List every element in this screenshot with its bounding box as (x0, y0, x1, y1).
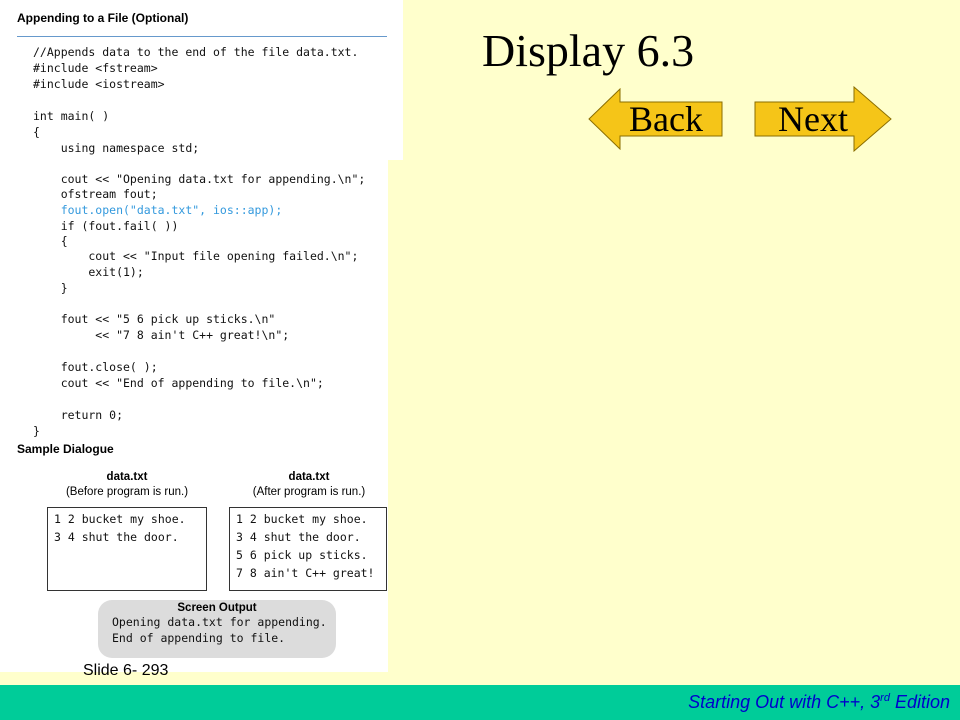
slide-number: Slide 6- 293 (83, 662, 169, 679)
code-line: #include <fstream> (33, 61, 158, 75)
code-line: cout << "Input file opening failed.\n"; (33, 249, 359, 263)
file-line: 1 2 bucket my shoe. (54, 512, 186, 526)
footer-edition: Edition (889, 692, 950, 712)
sample-dialogue-heading: Sample Dialogue (17, 442, 114, 456)
code-line: cout << "End of appending to file.\n"; (33, 376, 324, 390)
next-button[interactable]: Next (754, 86, 892, 152)
after-file-note: (After program is run.) (252, 486, 366, 498)
code-line: } (33, 281, 68, 295)
back-button-label: Back (629, 99, 703, 139)
code-line: fout << "5 6 pick up sticks.\n" (33, 312, 276, 326)
back-button[interactable]: Back (588, 88, 724, 150)
code-figure: Appending to a File (Optional) //Appends… (0, 0, 403, 672)
before-file-heading: data.txt (Before program is run.) (48, 470, 206, 500)
code-line: //Appends data to the end of the file da… (33, 45, 359, 59)
code-line: #include <iostream> (33, 77, 165, 91)
code-line: { (33, 234, 68, 248)
file-line: 3 4 shut the door. (236, 530, 361, 544)
screen-output-line: Opening data.txt for appending. (112, 615, 327, 629)
after-file-name: data.txt (288, 471, 330, 483)
footer-ordinal-suffix: rd (880, 692, 890, 704)
file-line: 1 2 bucket my shoe. (236, 512, 368, 526)
code-line: ofstream fout; (33, 187, 158, 201)
code-line: if (fout.fail( )) (33, 219, 179, 233)
after-file-box: 1 2 bucket my shoe. 3 4 shut the door. 5… (229, 507, 387, 591)
slide-title: Display 6.3 (482, 25, 695, 76)
figure-divider (17, 36, 387, 37)
screen-output-title: Screen Output (177, 602, 257, 614)
before-file-box: 1 2 bucket my shoe. 3 4 shut the door. (47, 507, 207, 591)
figure-title: Appending to a File (Optional) (17, 11, 189, 25)
file-line: 3 4 shut the door. (54, 530, 179, 544)
code-line: int main( ) (33, 109, 110, 123)
code-line: using namespace std; (33, 141, 200, 155)
next-button-label: Next (778, 99, 848, 139)
code-line: << "7 8 ain't C++ great!\n"; (33, 328, 290, 342)
code-line: } (33, 424, 40, 438)
before-file-name: data.txt (106, 471, 148, 483)
before-file-note: (Before program is run.) (65, 486, 189, 498)
code-line: fout.close( ); (33, 360, 158, 374)
footer-book-name: Starting Out with C++, 3 (688, 692, 881, 712)
footer-book-title: Starting Out with C++, 3rd Edition (688, 692, 950, 713)
file-line: 5 6 pick up sticks. (236, 548, 368, 562)
code-line: return 0; (33, 408, 124, 422)
screen-output-box: Screen Output Opening data.txt for appen… (98, 600, 336, 658)
code-line: exit(1); (33, 265, 144, 279)
after-file-heading: data.txt (After program is run.) (230, 470, 388, 500)
code-line: { (33, 125, 40, 139)
screen-output-line: End of appending to file. (112, 631, 286, 645)
code-line: fout.open("data.txt", ios::app); (33, 203, 283, 217)
code-line: cout << "Opening data.txt for appending.… (33, 172, 366, 186)
file-line: 7 8 ain't C++ great! (236, 566, 375, 580)
